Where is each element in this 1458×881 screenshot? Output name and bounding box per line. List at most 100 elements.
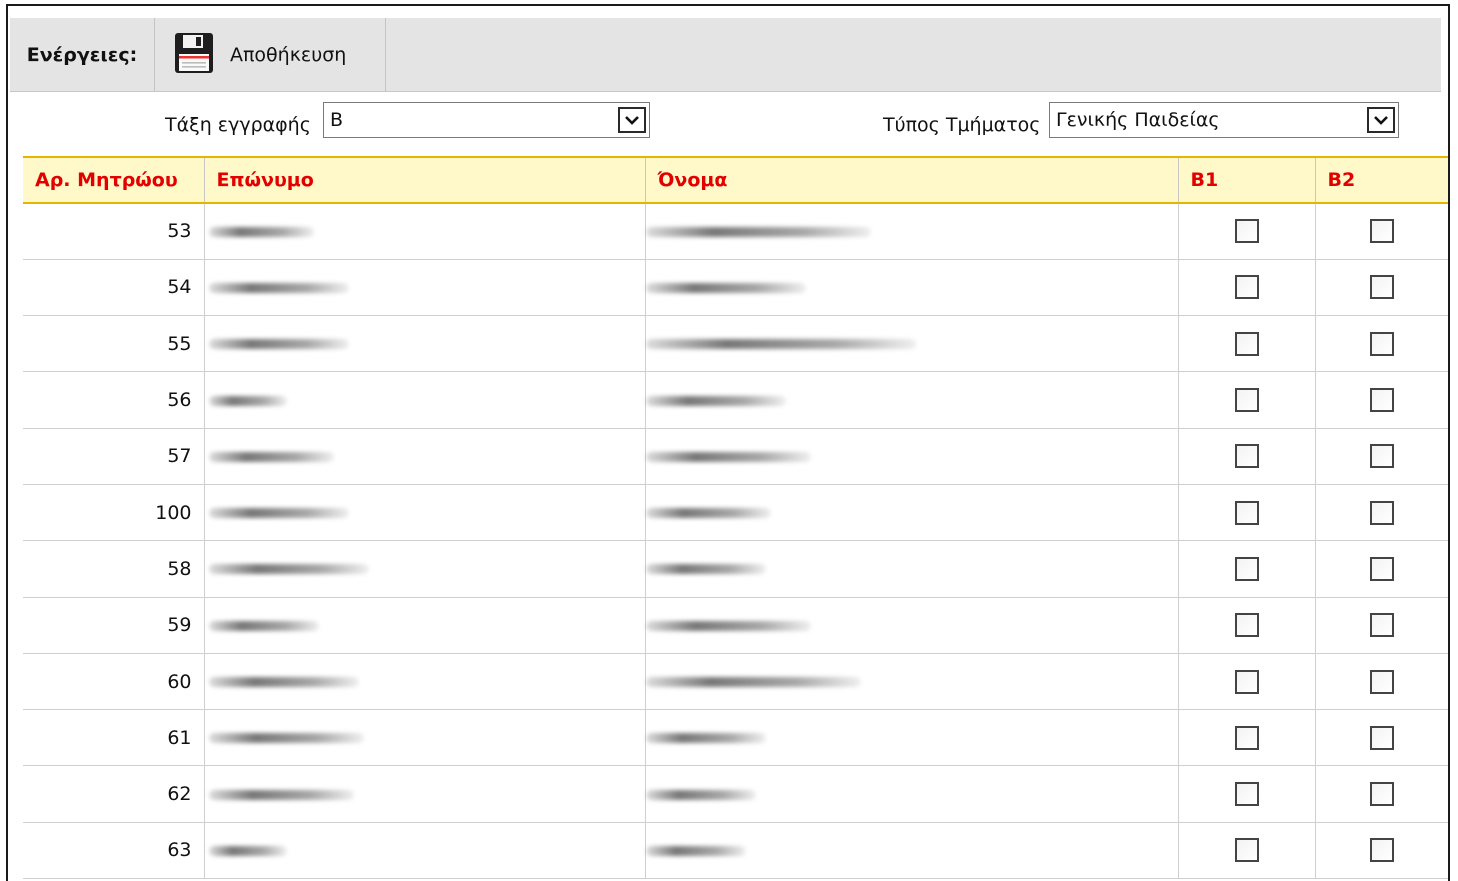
b1-checkbox[interactable] bbox=[1234, 331, 1259, 356]
registry-number-cell: 62 bbox=[23, 765, 205, 823]
redacted-name bbox=[645, 395, 786, 406]
redacted-surname bbox=[208, 508, 349, 519]
table-row[interactable]: 56 bbox=[23, 371, 1448, 429]
registry-number-cell: 53 bbox=[23, 203, 205, 260]
column-header-b1[interactable]: Β1 bbox=[1178, 156, 1316, 204]
b2-checkbox[interactable] bbox=[1369, 331, 1394, 356]
class-select[interactable]: Β bbox=[323, 102, 650, 138]
b2-checkbox[interactable] bbox=[1369, 669, 1394, 694]
b2-checkbox[interactable] bbox=[1369, 275, 1394, 300]
surname-cell bbox=[204, 653, 646, 711]
redacted-name bbox=[645, 620, 811, 631]
table-row[interactable]: 61 bbox=[23, 709, 1448, 767]
table-row[interactable]: 100 bbox=[23, 484, 1448, 542]
b1-checkbox[interactable] bbox=[1234, 219, 1259, 244]
b1-cell bbox=[1178, 259, 1316, 317]
b1-checkbox[interactable] bbox=[1234, 669, 1259, 694]
registry-number-cell: 56 bbox=[23, 371, 205, 429]
registry-number-cell: 63 bbox=[23, 822, 205, 880]
table-row[interactable]: 57 bbox=[23, 428, 1448, 485]
b2-cell bbox=[1315, 371, 1448, 429]
table-row[interactable]: 59 bbox=[23, 597, 1448, 654]
b1-checkbox[interactable] bbox=[1234, 388, 1259, 413]
registry-number-cell: 55 bbox=[23, 315, 205, 373]
filter-row: Τάξη εγγραφής Β Τύπος Τμήματος Γενικής Π… bbox=[10, 96, 1441, 152]
name-cell bbox=[645, 203, 1179, 260]
b2-checkbox[interactable] bbox=[1369, 725, 1394, 750]
table-row[interactable]: 55 bbox=[23, 315, 1448, 373]
redacted-name bbox=[645, 282, 806, 293]
b1-checkbox[interactable] bbox=[1234, 838, 1259, 863]
redacted-surname bbox=[208, 677, 359, 688]
b1-checkbox[interactable] bbox=[1234, 275, 1259, 300]
chevron-down-icon[interactable] bbox=[1367, 107, 1395, 133]
redacted-name bbox=[645, 733, 766, 744]
b2-checkbox[interactable] bbox=[1369, 219, 1394, 244]
column-header-registry-no[interactable]: Αρ. Μητρώου bbox=[23, 156, 205, 204]
name-cell bbox=[645, 315, 1179, 373]
registry-number-cell: 59 bbox=[23, 597, 205, 654]
class-label: Τάξη εγγραφής bbox=[165, 114, 311, 136]
name-cell bbox=[645, 765, 1179, 823]
b1-cell bbox=[1178, 484, 1316, 542]
b2-checkbox[interactable] bbox=[1369, 388, 1394, 413]
name-cell bbox=[645, 597, 1179, 654]
surname-cell bbox=[204, 371, 646, 429]
b1-checkbox[interactable] bbox=[1234, 500, 1259, 525]
table-row[interactable]: 63 bbox=[23, 822, 1448, 880]
redacted-surname bbox=[208, 395, 287, 406]
chevron-down-icon[interactable] bbox=[618, 107, 646, 133]
table-header-row: Αρ. Μητρώου Επώνυμο Όνομα Β1 Β2 bbox=[23, 156, 1448, 204]
b2-checkbox[interactable] bbox=[1369, 500, 1394, 525]
name-cell bbox=[645, 428, 1179, 485]
b1-checkbox[interactable] bbox=[1234, 725, 1259, 750]
redacted-name bbox=[645, 677, 861, 688]
table-row[interactable]: 60 bbox=[23, 653, 1448, 711]
surname-cell bbox=[204, 765, 646, 823]
redacted-surname bbox=[208, 339, 349, 350]
column-header-b2[interactable]: Β2 bbox=[1315, 156, 1448, 204]
registry-number-cell: 58 bbox=[23, 540, 205, 598]
redacted-name bbox=[645, 339, 916, 350]
save-button[interactable]: Αποθήκευση bbox=[156, 18, 386, 92]
b2-checkbox[interactable] bbox=[1369, 556, 1394, 581]
b1-checkbox[interactable] bbox=[1234, 444, 1259, 469]
b2-checkbox[interactable] bbox=[1369, 782, 1394, 807]
column-header-surname[interactable]: Επώνυμο bbox=[204, 156, 646, 204]
b1-checkbox[interactable] bbox=[1234, 556, 1259, 581]
redacted-name bbox=[645, 226, 871, 237]
b1-checkbox[interactable] bbox=[1234, 613, 1259, 638]
b1-cell bbox=[1178, 540, 1316, 598]
surname-cell bbox=[204, 822, 646, 880]
registry-number-cell: 100 bbox=[23, 484, 205, 542]
section-type-select[interactable]: Γενικής Παιδείας bbox=[1049, 102, 1399, 138]
redacted-name bbox=[645, 789, 756, 800]
name-cell bbox=[645, 709, 1179, 767]
surname-cell bbox=[204, 540, 646, 598]
surname-cell bbox=[204, 315, 646, 373]
b2-cell bbox=[1315, 822, 1448, 880]
b2-checkbox[interactable] bbox=[1369, 613, 1394, 638]
b2-cell bbox=[1315, 709, 1448, 767]
surname-cell bbox=[204, 259, 646, 317]
redacted-surname bbox=[208, 226, 314, 237]
table-row[interactable]: 62 bbox=[23, 765, 1448, 823]
b1-cell bbox=[1178, 597, 1316, 654]
registry-number-cell: 61 bbox=[23, 709, 205, 767]
table-row[interactable]: 58 bbox=[23, 540, 1448, 598]
table-row[interactable]: 54 bbox=[23, 259, 1448, 317]
b1-cell bbox=[1178, 822, 1316, 880]
b1-cell bbox=[1178, 709, 1316, 767]
b2-checkbox[interactable] bbox=[1369, 444, 1394, 469]
section-type-select-value: Γενικής Παιδείας bbox=[1056, 109, 1220, 131]
registry-number-cell: 57 bbox=[23, 428, 205, 485]
b1-checkbox[interactable] bbox=[1234, 782, 1259, 807]
surname-cell bbox=[204, 597, 646, 654]
column-header-name[interactable]: Όνομα bbox=[645, 156, 1179, 204]
b2-checkbox[interactable] bbox=[1369, 838, 1394, 863]
b2-cell bbox=[1315, 259, 1448, 317]
name-cell bbox=[645, 540, 1179, 598]
table-row[interactable]: 53 bbox=[23, 203, 1448, 260]
surname-cell bbox=[204, 484, 646, 542]
actions-label: Ενέργειες: bbox=[10, 18, 155, 92]
